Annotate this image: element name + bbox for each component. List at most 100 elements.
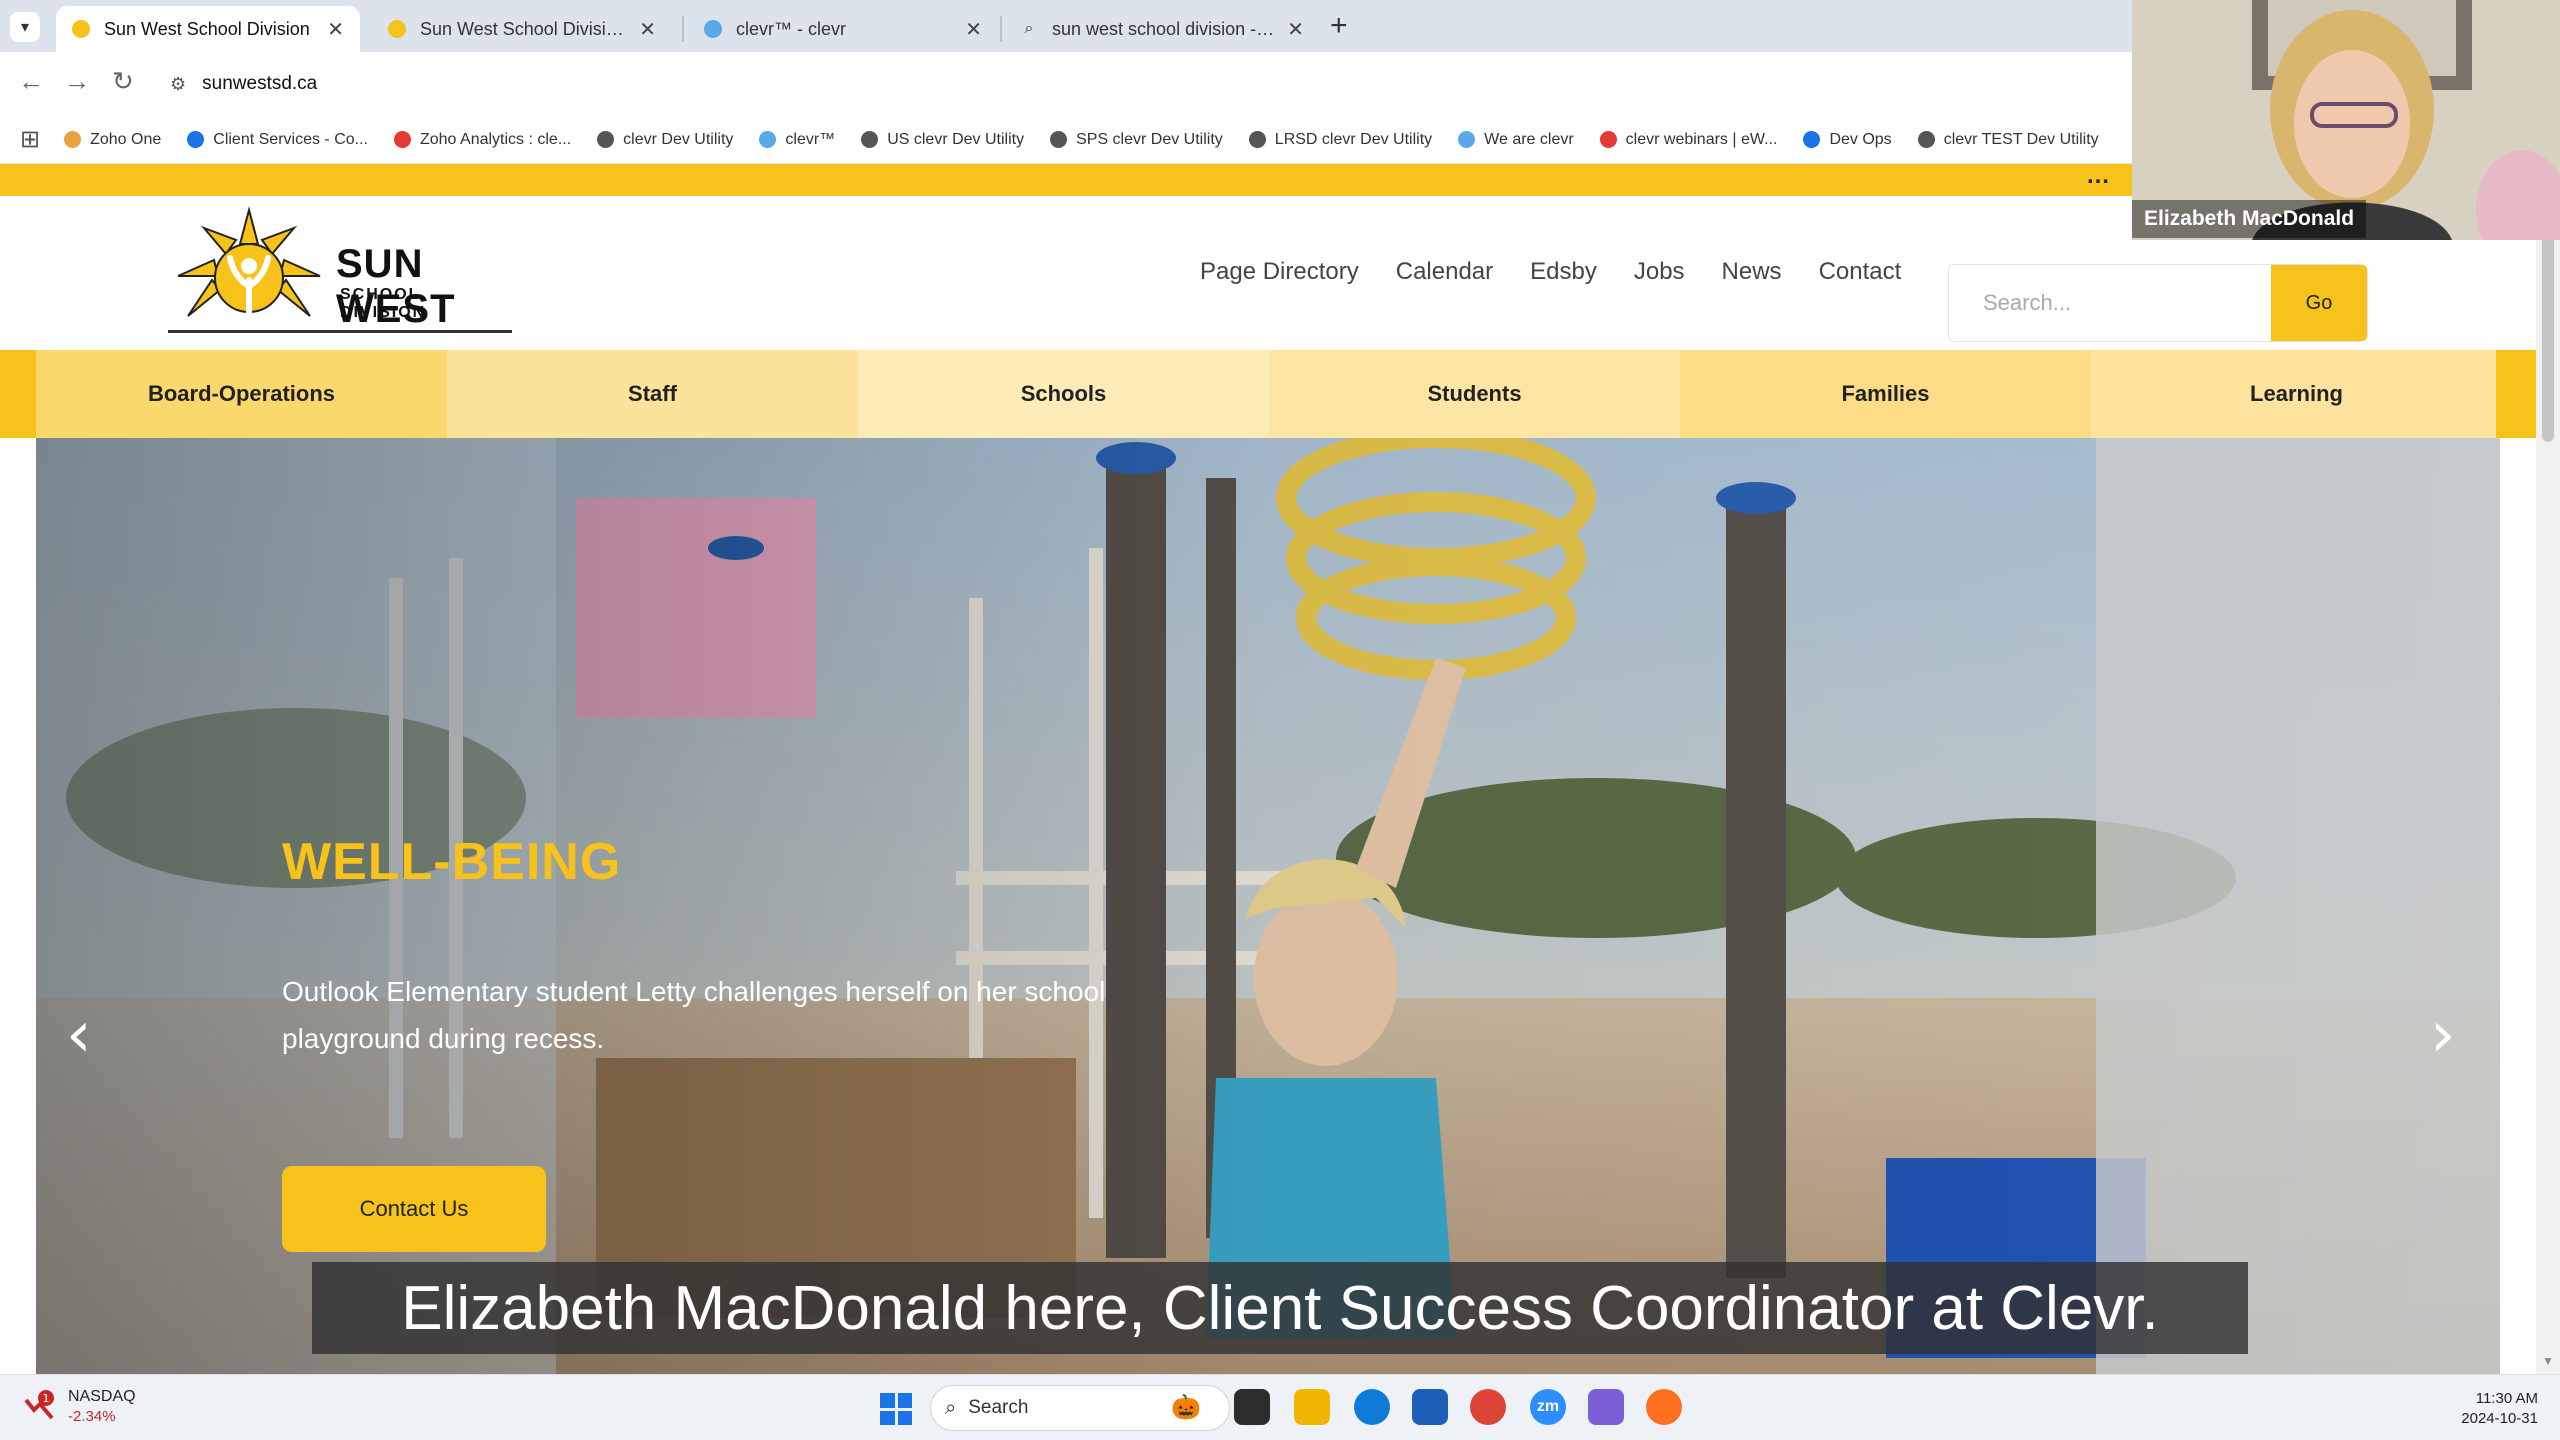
plus-icon: +	[1330, 9, 1348, 42]
bookmark-item[interactable]: US clevr Dev Utility	[861, 131, 1024, 149]
page-scrollbar[interactable]: ▼	[2536, 164, 2560, 1374]
nav-students[interactable]: Students	[1269, 350, 1680, 438]
stock-change: -2.34%	[68, 1408, 116, 1425]
store-icon[interactable]	[1412, 1389, 1448, 1425]
search-go-button[interactable]: Go	[2271, 265, 2367, 341]
windows-taskbar: 1 NASDAQ -2.34% ⌕ Search 🎃 zm 11:30 AM 2…	[0, 1374, 2560, 1440]
chrome-icon[interactable]	[1470, 1389, 1506, 1425]
nav-edsby[interactable]: Edsby	[1530, 258, 1597, 286]
bookmark-item[interactable]: Dev Ops	[1803, 131, 1892, 149]
clevr-icon	[1458, 131, 1476, 148]
nav-calendar[interactable]: Calendar	[1396, 258, 1493, 286]
globe-icon	[861, 131, 879, 148]
clock-date: 2024-10-31	[2461, 1410, 2538, 1427]
globe-icon	[1917, 131, 1935, 148]
stock-name: NASDAQ	[68, 1388, 136, 1405]
forward-icon[interactable]: →	[64, 66, 90, 97]
logo-underline	[168, 330, 512, 333]
bookmark-item[interactable]: Client Services - Co...	[187, 131, 368, 149]
main-nav: Board-Operations Staff Schools Students …	[0, 350, 2560, 438]
firefox-icon[interactable]	[1646, 1389, 1682, 1425]
chevron-left-icon[interactable]: ‹	[66, 998, 92, 1072]
stock-chart-icon: 1	[22, 1390, 56, 1424]
chevron-right-icon[interactable]: ›	[2430, 998, 2456, 1072]
tab-sun-west[interactable]: Sun West School Division ✕	[56, 6, 360, 52]
bookmark-item[interactable]: SPS clevr Dev Utility	[1050, 131, 1223, 149]
system-clock[interactable]: 11:30 AM 2024-10-31	[2428, 1389, 2538, 1429]
tab-separator	[682, 16, 684, 42]
bookmark-item[interactable]: LRSD clevr Dev Utility	[1248, 131, 1432, 149]
back-icon[interactable]: ←	[18, 66, 44, 97]
close-icon[interactable]: ✕	[639, 17, 656, 42]
globe-icon	[1050, 131, 1068, 148]
contact-us-button[interactable]: Contact Us	[282, 1166, 546, 1252]
nav-schools[interactable]: Schools	[858, 350, 1269, 438]
live-caption: Elizabeth MacDonald here, Client Success…	[312, 1262, 2248, 1354]
scroll-down-icon[interactable]: ▼	[2542, 1354, 2554, 1368]
bookmark-item[interactable]: We are clevr	[1458, 131, 1574, 149]
edge-icon[interactable]	[1354, 1389, 1390, 1425]
bookmark-item[interactable]: clevr™	[759, 131, 835, 149]
hero-title: WELL-BEING	[282, 833, 622, 891]
nav-edge	[2496, 350, 2536, 438]
clock-time: 11:30 AM	[2475, 1390, 2538, 1407]
tab-search-dropdown[interactable]: ▾	[10, 12, 40, 42]
new-tab-button[interactable]: +	[1330, 8, 1348, 44]
webinar-icon	[1599, 131, 1617, 148]
chevron-down-icon: ▾	[20, 19, 30, 36]
address-bar-row: ← → ↻ ⚙ sunwestsd.ca	[0, 52, 2132, 116]
reload-icon[interactable]: ↻	[112, 66, 134, 97]
close-icon[interactable]: ✕	[327, 17, 344, 42]
bookmark-item[interactable]: Zoho One	[64, 131, 161, 149]
stock-badge: 1	[43, 1392, 50, 1405]
site-info-icon[interactable]: ⚙	[170, 74, 186, 95]
close-icon[interactable]: ✕	[1287, 17, 1304, 42]
tab-sun-west-open[interactable]: Sun West School Division - Op ✕	[372, 6, 672, 52]
participant-video: Elizabeth MacDonald	[2132, 0, 2560, 240]
bookmark-item[interactable]: clevr TEST Dev Utility	[1917, 131, 2099, 149]
participant-name: Elizabeth MacDonald	[2132, 200, 2367, 238]
tab-clevr[interactable]: clevr™ - clevr ✕	[688, 6, 998, 52]
zoom-icon[interactable]: zm	[1530, 1389, 1566, 1425]
client-services-icon	[187, 131, 205, 148]
nav-contact[interactable]: Contact	[1819, 258, 1902, 286]
globe-icon	[1248, 131, 1266, 148]
bookmark-item[interactable]: clevr webinars | eW...	[1599, 131, 1777, 149]
web-page: … SUN WEST SCHOOL DIVISION Page Director…	[0, 164, 2560, 1374]
scrollbar-thumb[interactable]	[2542, 236, 2554, 442]
hero-carousel: WELL-BEING Outlook Elementary student Le…	[36, 438, 2500, 1374]
dev-ops-icon	[1803, 131, 1821, 148]
more-icon[interactable]: …	[2086, 164, 2110, 190]
nav-page-directory[interactable]: Page Directory	[1200, 258, 1359, 286]
snipping-tool-icon[interactable]	[1588, 1389, 1624, 1425]
logo-subtitle: SCHOOL DIVISION	[340, 286, 427, 321]
task-view-icon[interactable]	[1234, 1389, 1270, 1425]
nav-news[interactable]: News	[1722, 258, 1782, 286]
search-icon: ⌕	[945, 1396, 957, 1419]
search-input[interactable]	[1949, 265, 2271, 341]
nav-jobs[interactable]: Jobs	[1634, 258, 1685, 286]
site-search: Go	[1948, 264, 2368, 342]
tab-search-results[interactable]: ⌕ sun west school division - Searc ✕	[1004, 6, 1320, 52]
nav-board-operations[interactable]: Board-Operations	[36, 350, 447, 438]
url-field[interactable]: ⚙ sunwestsd.ca	[160, 62, 2110, 106]
site-logo[interactable]: SUN WEST SCHOOL DIVISION	[168, 206, 512, 334]
tab-separator	[1000, 16, 1002, 42]
bookmark-item[interactable]: Zoho Analytics : cle...	[393, 131, 571, 149]
nav-families[interactable]: Families	[1680, 350, 2091, 438]
bookmark-item[interactable]: clevr Dev Utility	[597, 131, 733, 149]
tab-strip: ▾ Sun West School Division ✕ Sun West Sc…	[0, 0, 2132, 52]
clevr-favicon-icon	[704, 20, 722, 38]
nav-edge	[0, 350, 36, 438]
apps-grid-icon[interactable]: ⊞	[20, 125, 40, 154]
nav-staff[interactable]: Staff	[447, 350, 858, 438]
stock-widget[interactable]: 1 NASDAQ -2.34%	[22, 1387, 136, 1427]
pumpkin-icon[interactable]: 🎃	[1150, 1389, 1222, 1425]
bookmarks-bar: ⊞ Zoho One Client Services - Co... Zoho …	[0, 116, 2132, 164]
globe-icon	[597, 131, 615, 148]
windows-start-icon[interactable]	[880, 1393, 912, 1425]
file-explorer-icon[interactable]	[1294, 1389, 1330, 1425]
close-icon[interactable]: ✕	[965, 17, 982, 42]
sun-favicon-icon	[388, 20, 406, 38]
nav-learning[interactable]: Learning	[2091, 350, 2502, 438]
